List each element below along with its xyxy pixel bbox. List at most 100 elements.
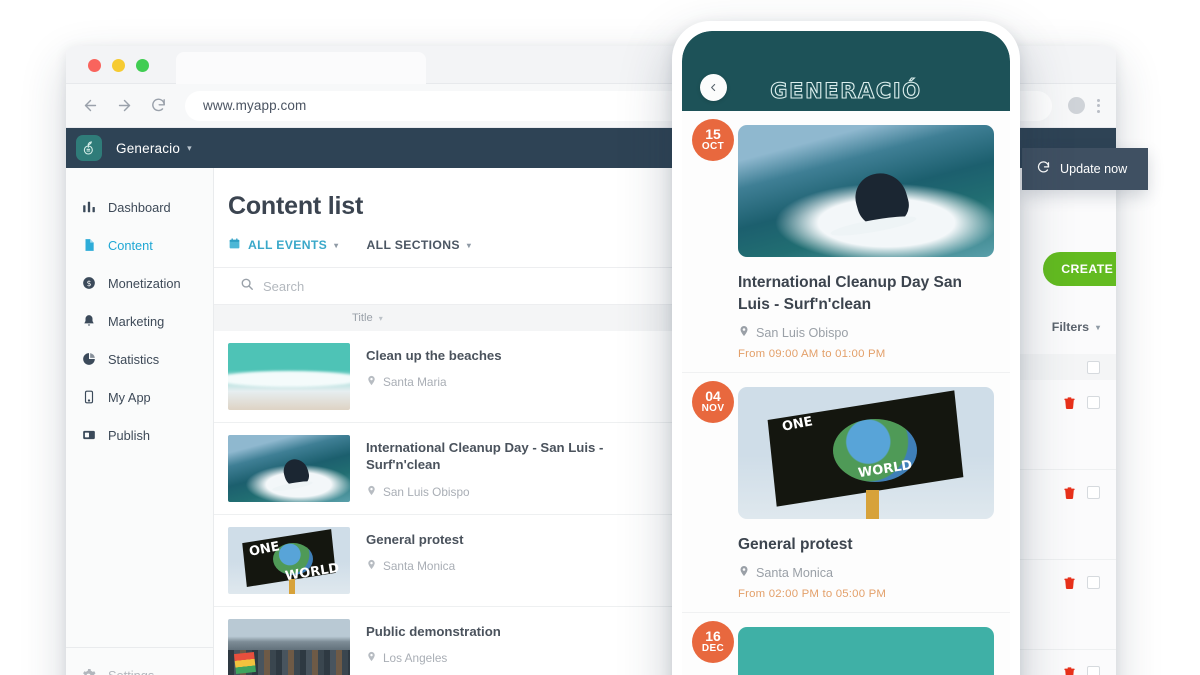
sidebar-item-label: Content xyxy=(108,237,153,253)
sidebar: Dashboard Content $ Monetization Marketi… xyxy=(66,168,214,675)
sort-caret-icon[interactable]: ▾ xyxy=(379,314,383,323)
brand-name[interactable]: Generacio xyxy=(116,141,180,156)
row-location-label: San Luis Obispo xyxy=(383,484,470,499)
row-title: International Cleanup Day - San Luis - S… xyxy=(366,440,604,473)
phone-event-card[interactable]: 04 NOV ONE WORLD General protest Santa Mo… xyxy=(682,373,1010,613)
row-checkbox[interactable] xyxy=(1087,576,1100,589)
trash-icon[interactable] xyxy=(1063,666,1076,675)
sidebar-item-label: Marketing xyxy=(108,313,165,329)
sidebar-bottom-group: Settings Extensions store xyxy=(66,647,213,675)
calendar-icon xyxy=(228,237,241,253)
sidebar-item-monetization[interactable]: $ Monetization xyxy=(66,264,213,302)
location-pin-icon xyxy=(738,325,750,340)
event-location: San Luis Obispo xyxy=(738,325,994,340)
document-icon xyxy=(81,238,96,252)
chevron-down-icon[interactable]: ▾ xyxy=(187,143,192,154)
trash-icon[interactable] xyxy=(1063,576,1076,590)
event-date-badge: 16 DEC xyxy=(692,621,734,663)
row-location-label: Santa Monica xyxy=(383,559,456,574)
publish-icon xyxy=(81,428,96,442)
row-thumbnail xyxy=(228,435,350,502)
row-checkbox[interactable] xyxy=(1087,666,1100,675)
event-location-label: San Luis Obispo xyxy=(756,325,849,340)
sidebar-item-label: Monetization xyxy=(108,275,181,291)
sidebar-item-label: Statistics xyxy=(108,351,160,367)
row-location: Santa Maria xyxy=(366,375,502,389)
column-header-title[interactable]: Title xyxy=(352,312,373,324)
dollar-circle-icon: $ xyxy=(81,276,96,290)
sidebar-item-label: My App xyxy=(108,389,151,405)
sidebar-item-content[interactable]: Content xyxy=(66,226,213,264)
event-time: From 09:00 AM to 01:00 PM xyxy=(738,348,886,360)
location-pin-icon xyxy=(366,651,377,665)
phone-event-card[interactable]: 15 OCT International Cleanup Day San Lui… xyxy=(682,111,1010,373)
row-title: Clean up the beaches xyxy=(366,348,502,363)
browser-tab[interactable] xyxy=(176,52,426,84)
sidebar-item-label: Dashboard xyxy=(108,199,171,215)
filters-label: Filters xyxy=(1051,320,1089,334)
event-time: From 02:00 PM to 05:00 PM xyxy=(738,588,887,600)
event-date-badge: 04 NOV xyxy=(692,381,734,423)
phone-mockup: GENERACIÓ 15 OCT International Cleanup D… xyxy=(672,21,1020,675)
pie-chart-icon xyxy=(81,352,96,366)
sidebar-item-my-app[interactable]: My App xyxy=(66,378,213,416)
screenshot-stage: www.myapp.com Generacio ▾ Dashboard Cont… xyxy=(0,0,1200,675)
filter-all-sections[interactable]: ALL SECTIONS ▾ xyxy=(367,238,472,252)
update-now-button[interactable]: Update now xyxy=(1022,148,1148,190)
row-location-label: Los Angeles xyxy=(383,651,448,666)
event-date-day: 16 xyxy=(705,628,721,645)
row-location: Los Angeles xyxy=(366,651,501,665)
row-location-label: Santa Maria xyxy=(383,375,447,390)
event-date-month: OCT xyxy=(701,141,725,153)
sidebar-item-label: Settings xyxy=(108,667,155,675)
event-location: Santa Monica xyxy=(738,565,994,580)
sidebar-item-publish[interactable]: Publish xyxy=(66,416,213,454)
sidebar-item-label: Publish xyxy=(108,427,150,443)
generacio-logo-icon xyxy=(76,135,102,161)
browser-profile-avatar[interactable] xyxy=(1068,97,1085,114)
row-title: Public demonstration xyxy=(366,624,501,639)
sidebar-item-dashboard[interactable]: Dashboard xyxy=(66,188,213,226)
sidebar-item-marketing[interactable]: Marketing xyxy=(66,302,213,340)
gear-icon xyxy=(81,668,96,675)
event-title: International Cleanup Day San Luis - Sur… xyxy=(738,274,962,313)
row-checkbox[interactable] xyxy=(1087,486,1100,499)
mobile-phone-icon xyxy=(81,390,96,404)
create-an-event-button[interactable]: CREATE AN EVENT xyxy=(1043,252,1116,286)
select-all-checkbox[interactable] xyxy=(1087,360,1100,374)
row-checkbox[interactable] xyxy=(1087,396,1100,409)
forward-icon[interactable] xyxy=(116,97,133,114)
event-image xyxy=(738,627,994,675)
phone-event-feed: 15 OCT International Cleanup Day San Lui… xyxy=(682,111,1010,675)
location-pin-icon xyxy=(366,485,377,499)
bar-chart-icon xyxy=(81,200,96,214)
minimize-window-button[interactable] xyxy=(112,59,125,72)
event-date-month: NOV xyxy=(701,403,725,415)
url-text: www.myapp.com xyxy=(203,98,307,113)
event-location-label: Santa Monica xyxy=(756,565,834,580)
sidebar-item-statistics[interactable]: Statistics xyxy=(66,340,213,378)
filter-all-events[interactable]: ALL EVENTS ▾ xyxy=(228,237,339,253)
location-pin-icon xyxy=(366,559,377,573)
trash-icon[interactable] xyxy=(1063,396,1076,410)
phone-app-header: GENERACIÓ xyxy=(682,31,1010,111)
sidebar-item-settings[interactable]: Settings xyxy=(66,656,213,675)
row-thumbnail: ONE WORLD xyxy=(228,527,350,594)
reload-icon[interactable] xyxy=(150,97,167,114)
filter-label: ALL SECTIONS xyxy=(366,238,460,252)
close-window-button[interactable] xyxy=(88,59,101,72)
event-date-badge: 15 OCT xyxy=(692,119,734,161)
refresh-icon xyxy=(1036,160,1051,178)
bell-icon xyxy=(81,314,96,328)
window-traffic-lights[interactable] xyxy=(88,59,149,72)
kebab-menu-icon[interactable] xyxy=(1097,98,1100,113)
maximize-window-button[interactable] xyxy=(136,59,149,72)
phone-app-logo: GENERACIÓ xyxy=(770,78,922,103)
trash-icon[interactable] xyxy=(1063,486,1076,500)
filters-dropdown[interactable]: Filters ▾ xyxy=(1052,320,1100,334)
location-pin-icon xyxy=(738,565,750,580)
back-icon[interactable] xyxy=(82,97,99,114)
phone-event-card[interactable]: 16 DEC xyxy=(682,613,1010,675)
row-thumbnail xyxy=(228,619,350,675)
